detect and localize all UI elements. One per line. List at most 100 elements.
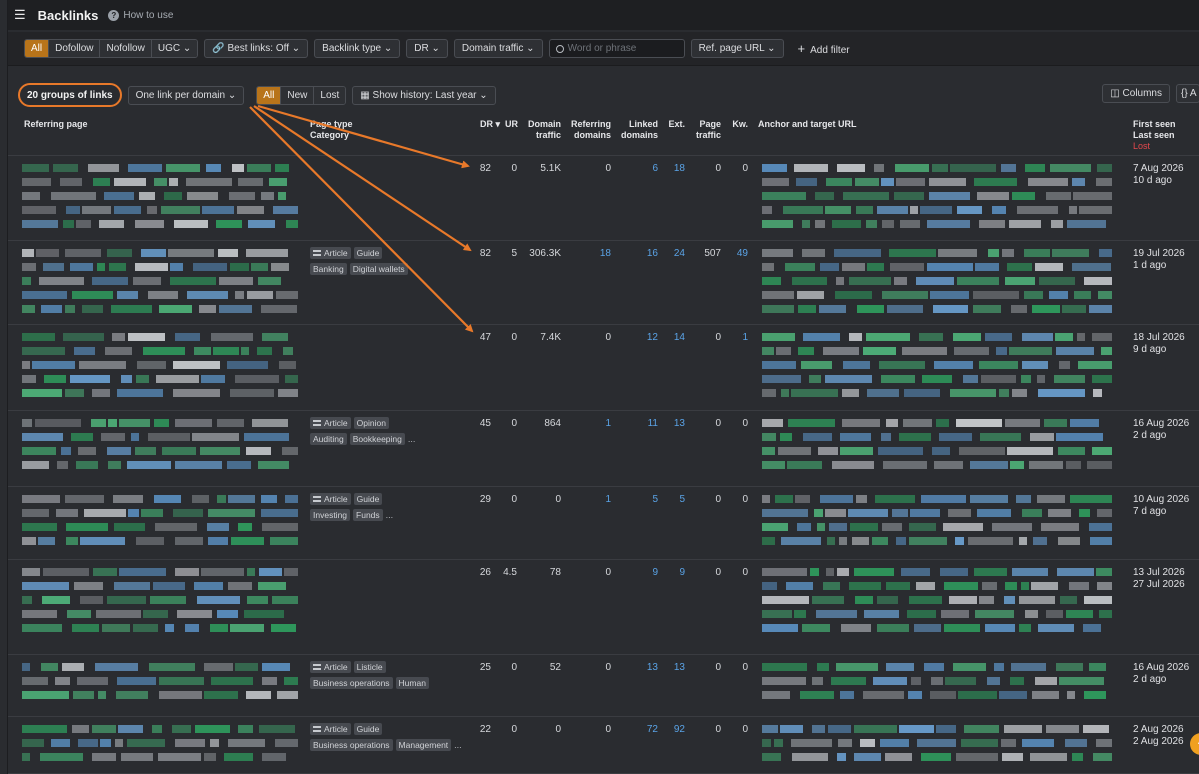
redacted-text (22, 164, 49, 172)
cell-linked-domains[interactable]: 16 (618, 248, 658, 259)
col-kw[interactable]: Kw. (726, 119, 748, 130)
redacted-text (73, 691, 94, 699)
cell-linked-domains[interactable]: 5 (618, 494, 658, 505)
table-row[interactable]: 47 0 7.4K 0 12 14 0 1 18 Jul 2026 9 d ago (8, 325, 1199, 411)
cell-linked-domains[interactable]: 12 (618, 332, 658, 343)
filter-nofollow[interactable]: Nofollow (100, 40, 152, 57)
redacted-text (933, 305, 968, 313)
add-filter-button[interactable]: + Add filter (798, 41, 850, 56)
redacted-text (22, 753, 30, 761)
show-history-button[interactable]: ▦ Show history: Last year ⌄ (352, 85, 496, 105)
table-row[interactable]: 82 0 5.1K 0 6 18 0 0 7 Aug 2026 10 d ago (8, 156, 1199, 241)
redacted-text (42, 596, 70, 604)
cell-ext[interactable]: 13 (663, 418, 685, 429)
cell-referring-domains[interactable]: 1 (568, 494, 611, 505)
last-seen: 1 d ago (1133, 260, 1167, 271)
cell-linked-domains[interactable]: 13 (618, 662, 658, 673)
history-lost[interactable]: Lost (314, 86, 346, 104)
filter-ugc[interactable]: UGC ⌄ (151, 40, 198, 57)
more-categories[interactable]: ... (454, 740, 462, 750)
cell-kw[interactable]: 49 (726, 248, 748, 259)
redacted-text (867, 389, 899, 397)
help-icon[interactable]: ? (108, 9, 120, 21)
redacted-text (881, 178, 894, 186)
cell-linked-domains[interactable]: 11 (618, 418, 658, 429)
col-domain-traffic[interactable]: Domain traffic (526, 119, 561, 141)
search-input[interactable]: Word or phrase (548, 39, 685, 58)
redacted-text (886, 663, 914, 671)
redacted-text (74, 347, 95, 355)
redacted-text (22, 677, 48, 685)
table-row[interactable]: 22 0 0 0 72 92 0 0 Article Guide Business operatio… (8, 717, 1199, 774)
table-row[interactable]: 45 0 864 1 11 13 0 0 Article Opinion Auditing Bookk… (8, 411, 1199, 487)
table-row[interactable]: 29 0 0 1 5 5 0 0 Article Guide Investing Funds... 10… (8, 487, 1199, 560)
table-row[interactable]: 82 5 306.3K 18 16 24 507 49 Article Guide Banking D… (8, 241, 1199, 325)
redacted-text (1032, 305, 1060, 313)
redacted-text (217, 419, 244, 427)
redacted-text (131, 433, 139, 441)
col-ur[interactable]: UR (505, 119, 518, 130)
hamburger-icon[interactable]: ☰ (14, 7, 26, 23)
col-ext[interactable]: Ext. (663, 119, 685, 130)
cell-ext[interactable]: 5 (663, 494, 685, 505)
col-first-last-seen[interactable]: First seen Last seen Lost (1133, 119, 1176, 152)
one-link-per-domain-button[interactable]: One link per domain ⌄ (127, 85, 245, 105)
cell-ur: 0 (511, 662, 517, 673)
redacted-text (228, 495, 255, 503)
redacted-text (1044, 419, 1067, 427)
cell-linked-domains[interactable]: 6 (618, 163, 658, 174)
cell-ext[interactable]: 18 (663, 163, 685, 174)
backlink-type-button[interactable]: Backlink type ⌄ (314, 39, 401, 58)
filter-all[interactable]: All (25, 40, 50, 57)
col-linked-domains[interactable]: Linked domains (618, 119, 658, 141)
redacted-text (276, 291, 298, 299)
redacted-text (931, 677, 943, 685)
cell-linked-domains[interactable]: 72 (618, 724, 658, 735)
redacted-text (251, 263, 268, 271)
history-new[interactable]: New (281, 86, 315, 104)
more-categories[interactable]: ... (386, 510, 394, 520)
redacted-text (1041, 523, 1079, 531)
code-button[interactable]: {} A (1176, 84, 1199, 103)
cell-ur: 0 (511, 332, 517, 343)
last-seen: 10 d ago (1133, 175, 1172, 186)
cell-referring-domains[interactable]: 18 (568, 248, 611, 259)
col-referring-page[interactable]: Referring page (24, 119, 88, 130)
redacted-text (1074, 291, 1091, 299)
cell-ext[interactable]: 13 (663, 662, 685, 673)
history-all[interactable]: All (257, 86, 282, 104)
table-row[interactable]: 26 4.5 78 0 9 9 0 0 13 Jul 2026 27 Jul 2026 (8, 560, 1199, 655)
best-links-button[interactable]: 🔗 Best links: Off ⌄ (204, 39, 309, 58)
col-anchor[interactable]: Anchor and target URL (758, 119, 857, 130)
cell-kw[interactable]: 1 (726, 332, 748, 343)
redacted-text (842, 389, 859, 397)
cell-linked-domains[interactable]: 9 (618, 567, 658, 578)
col-dr[interactable]: DR ▾ (480, 119, 500, 130)
columns-button[interactable]: ◫ Columns (1102, 84, 1170, 103)
redacted-text (780, 725, 803, 733)
cell-ext[interactable]: 9 (663, 567, 685, 578)
dr-filter-button[interactable]: DR ⌄ (406, 39, 448, 58)
filter-dofollow[interactable]: Dofollow (49, 40, 101, 57)
ref-page-url-button[interactable]: Ref. page URL ⌄ (690, 39, 784, 58)
domain-traffic-label: Domain traffic (461, 43, 524, 54)
col-referring-domains[interactable]: Referring domains (568, 119, 611, 141)
redacted-text (1067, 220, 1106, 228)
col-page-traffic[interactable]: Page traffic (691, 119, 721, 141)
more-categories[interactable]: ... (408, 434, 416, 444)
col-page-type[interactable]: Page type Category (310, 119, 353, 141)
redacted-text (109, 263, 126, 271)
domain-traffic-button[interactable]: Domain traffic ⌄ (453, 39, 543, 58)
cell-ext[interactable]: 92 (663, 724, 685, 735)
redacted-text (1079, 206, 1112, 214)
cell-dr: 29 (479, 494, 491, 505)
redacted-text (82, 206, 111, 214)
how-to-use-link[interactable]: How to use (123, 10, 173, 21)
cell-referring-domains[interactable]: 1 (568, 418, 611, 429)
redacted-text (1062, 305, 1086, 313)
redacted-text (194, 582, 223, 590)
table-row[interactable]: 25 0 52 0 13 13 0 0 Article Listicle Business oper… (8, 655, 1199, 717)
cell-ext[interactable]: 24 (663, 248, 685, 259)
cell-ext[interactable]: 14 (663, 332, 685, 343)
redacted-text (277, 691, 298, 699)
